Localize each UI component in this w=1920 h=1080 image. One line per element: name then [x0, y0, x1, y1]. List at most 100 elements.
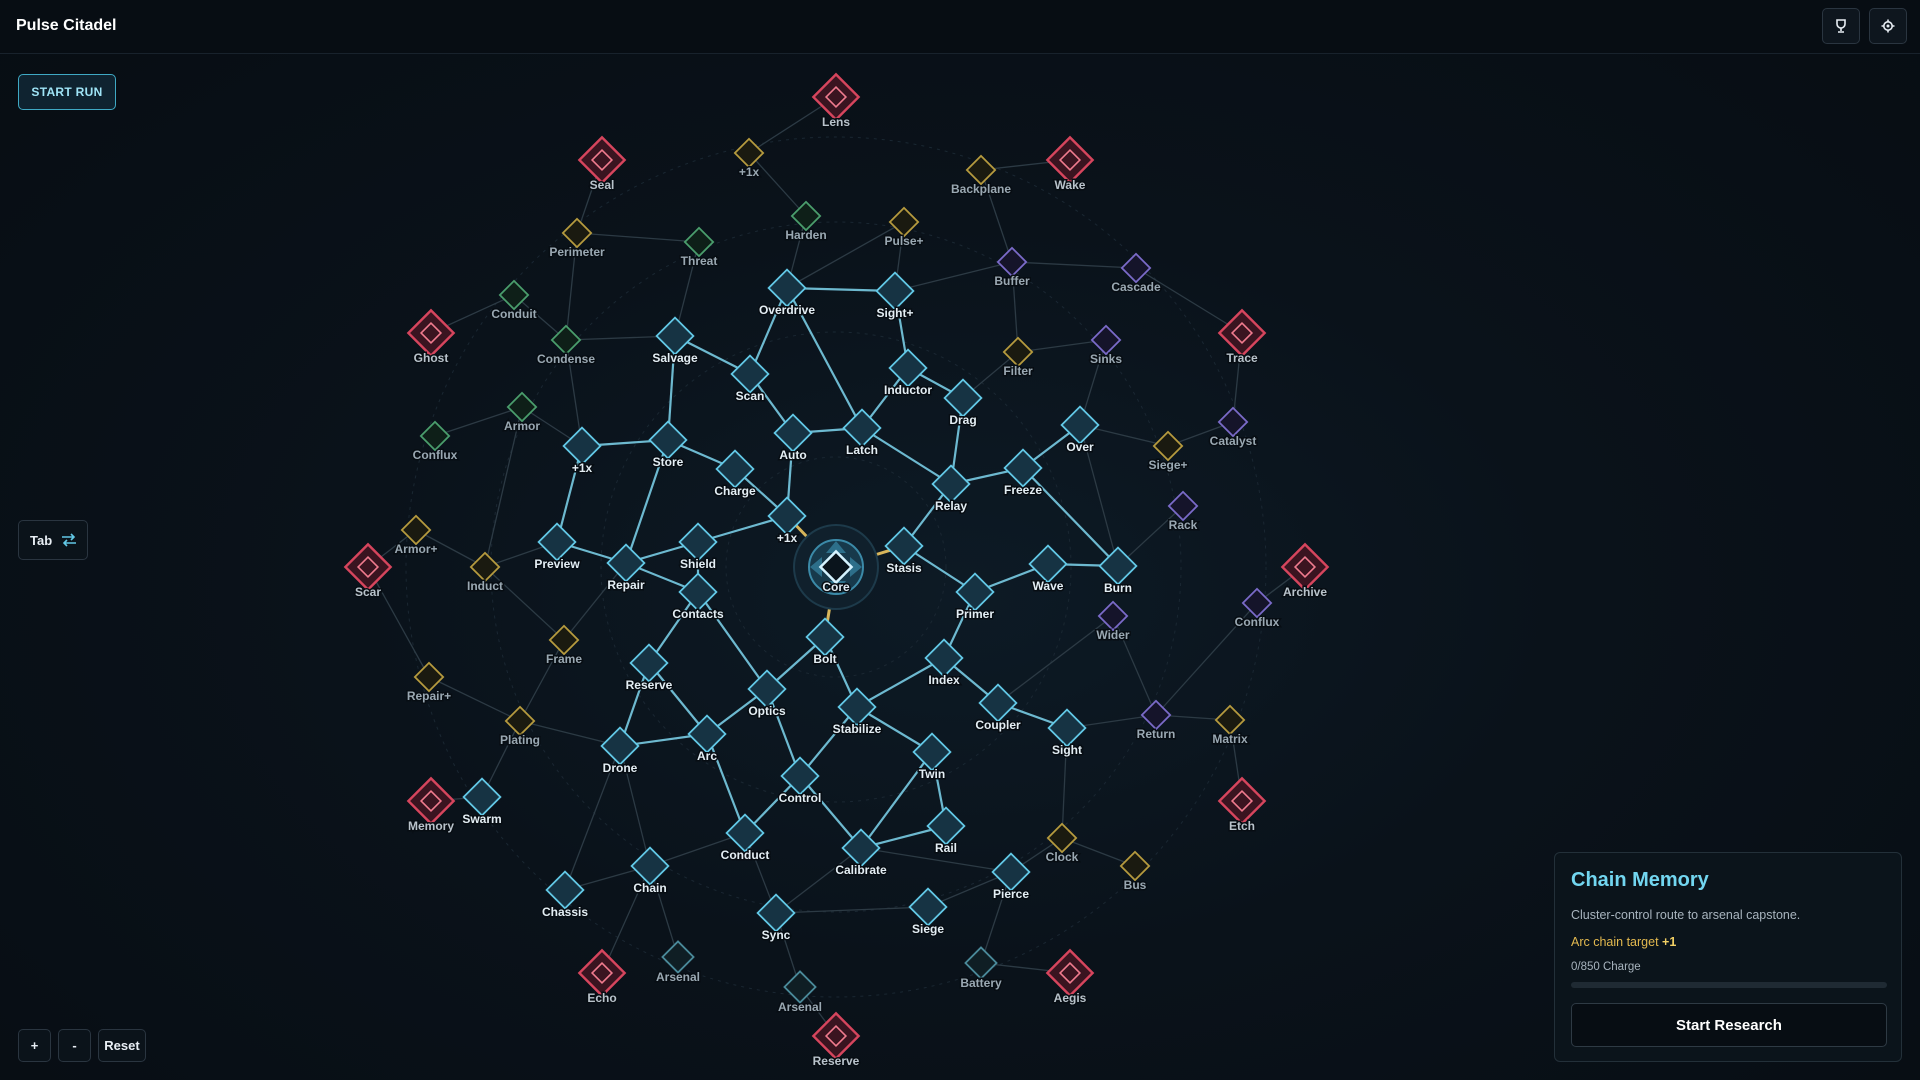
- node-label: Sight+: [876, 306, 913, 320]
- skill-node-swarm[interactable]: Swarm: [461, 777, 503, 828]
- skill-node-store[interactable]: Store: [648, 420, 688, 471]
- skill-node-charge[interactable]: Charge: [713, 449, 757, 500]
- skill-node-siegep[interactable]: Siege+: [1147, 430, 1189, 474]
- skill-node-arsenal_l[interactable]: Arsenal: [654, 940, 702, 986]
- node-diamond: [506, 391, 538, 423]
- skill-node-return[interactable]: Return: [1135, 699, 1177, 743]
- skill-node-p1x_l[interactable]: +1x: [562, 426, 602, 477]
- skill-node-wider[interactable]: Wider: [1095, 600, 1131, 644]
- skill-node-armor[interactable]: Armor: [502, 391, 542, 435]
- start-research-button[interactable]: Start Research: [1571, 1003, 1887, 1047]
- skill-node-aegis[interactable]: Aegis: [1045, 948, 1095, 1007]
- skill-node-index[interactable]: Index: [924, 638, 964, 689]
- node-diamond: [996, 246, 1028, 278]
- skill-node-calibrate[interactable]: Calibrate: [834, 828, 888, 879]
- skill-node-auto[interactable]: Auto: [773, 413, 813, 464]
- skill-node-clock[interactable]: Clock: [1044, 822, 1080, 866]
- skill-node-trace[interactable]: Trace: [1217, 308, 1267, 367]
- skill-node-reserve_cap[interactable]: Reserve: [811, 1011, 861, 1070]
- skill-node-ghost[interactable]: Ghost: [406, 308, 456, 367]
- skill-node-sight[interactable]: Sight: [1047, 708, 1087, 759]
- core-node[interactable]: Core: [793, 524, 879, 610]
- skill-node-repairp[interactable]: Repair+: [405, 661, 453, 705]
- skill-node-induct[interactable]: Induct: [466, 551, 505, 595]
- skill-node-conduit[interactable]: Conduit: [490, 279, 538, 323]
- skill-node-archive[interactable]: Archive: [1280, 542, 1330, 601]
- skill-node-threat[interactable]: Threat: [679, 226, 719, 270]
- skill-node-scar[interactable]: Scar: [343, 542, 393, 601]
- node-diamond: [931, 464, 971, 504]
- skill-node-contacts[interactable]: Contacts: [671, 572, 725, 623]
- node-label: Clock: [1046, 850, 1079, 864]
- skill-node-seal[interactable]: Seal: [577, 135, 627, 194]
- skill-node-wake[interactable]: Wake: [1045, 135, 1095, 194]
- tab-label: Tab: [30, 532, 53, 548]
- skill-node-perimeter[interactable]: Perimeter: [548, 217, 607, 261]
- start-run-button[interactable]: START RUN: [18, 74, 116, 110]
- skill-node-repair[interactable]: Repair: [606, 543, 646, 594]
- skill-node-over[interactable]: Over: [1060, 405, 1100, 456]
- skill-node-arc[interactable]: Arc: [687, 714, 727, 765]
- skill-node-stasis[interactable]: Stasis: [884, 526, 924, 577]
- node-diamond: [678, 572, 718, 612]
- skill-node-backplane[interactable]: Backplane: [949, 154, 1013, 198]
- skill-node-filter[interactable]: Filter: [1002, 336, 1034, 380]
- skill-node-frame[interactable]: Frame: [544, 624, 584, 668]
- skill-node-shield[interactable]: Shield: [678, 522, 718, 573]
- skill-node-buffer[interactable]: Buffer: [993, 246, 1031, 290]
- node-diamond: [400, 514, 432, 546]
- skill-node-rack[interactable]: Rack: [1167, 490, 1199, 534]
- skill-node-drone[interactable]: Drone: [600, 726, 640, 777]
- skill-node-twin[interactable]: Twin: [912, 732, 952, 783]
- skill-node-conflux_r[interactable]: Conflux: [1233, 587, 1281, 631]
- zoom-in-button[interactable]: +: [18, 1029, 51, 1062]
- skill-node-pierce[interactable]: Pierce: [991, 852, 1031, 903]
- skill-node-lens[interactable]: Lens: [811, 72, 861, 131]
- node-diamond: [606, 543, 646, 583]
- tab-toggle-button[interactable]: Tab: [18, 520, 88, 560]
- node-diamond: [767, 268, 807, 308]
- node-diamond: [1028, 544, 1068, 584]
- skill-node-memory[interactable]: Memory: [406, 776, 456, 835]
- skill-node-cascade[interactable]: Cascade: [1110, 252, 1163, 296]
- tree-link: [1011, 261, 1137, 269]
- skill-node-sinks[interactable]: Sinks: [1088, 324, 1124, 368]
- node-label: Index: [928, 673, 960, 687]
- skill-node-arsenal_b[interactable]: Arsenal: [776, 970, 824, 1016]
- skill-node-chain[interactable]: Chain: [630, 846, 670, 897]
- skill-node-chassis[interactable]: Chassis: [540, 870, 590, 921]
- skill-node-echo[interactable]: Echo: [577, 948, 627, 1007]
- skill-node-battery[interactable]: Battery: [959, 946, 1003, 992]
- skill-node-bus[interactable]: Bus: [1119, 850, 1151, 894]
- skill-node-sync[interactable]: Sync: [756, 893, 796, 944]
- skill-node-rail[interactable]: Rail: [926, 806, 966, 857]
- skill-node-latch[interactable]: Latch: [842, 408, 882, 459]
- skill-node-plating[interactable]: Plating: [498, 705, 542, 749]
- skill-node-inductor[interactable]: Inductor: [883, 348, 934, 399]
- skill-node-armorp[interactable]: Armor+: [393, 514, 439, 558]
- skill-node-stabilize[interactable]: Stabilize: [831, 687, 883, 738]
- skill-node-relay[interactable]: Relay: [931, 464, 971, 515]
- swap-icon: [62, 533, 77, 547]
- skill-node-scan[interactable]: Scan: [730, 354, 770, 405]
- skill-node-bolt[interactable]: Bolt: [805, 617, 845, 668]
- skill-node-primer[interactable]: Primer: [954, 572, 996, 623]
- skill-node-wave[interactable]: Wave: [1028, 544, 1068, 595]
- skill-node-salvage[interactable]: Salvage: [651, 316, 700, 367]
- node-label: Repair: [607, 578, 645, 592]
- skill-node-matrix[interactable]: Matrix: [1211, 704, 1249, 748]
- skill-node-control[interactable]: Control: [777, 756, 823, 807]
- skill-node-etch[interactable]: Etch: [1217, 776, 1267, 835]
- reset-view-button[interactable]: Reset: [98, 1029, 146, 1062]
- node-diamond: [1002, 336, 1034, 368]
- skill-node-pulse[interactable]: Pulse+: [883, 206, 925, 250]
- skill-node-p1x_top[interactable]: +1x: [733, 137, 765, 181]
- skill-node-sightp[interactable]: Sight+: [875, 271, 915, 322]
- zoom-out-button[interactable]: -: [58, 1029, 91, 1062]
- skill-node-conflux_l[interactable]: Conflux: [411, 420, 459, 464]
- skill-node-condense[interactable]: Condense: [535, 324, 597, 368]
- panel-bonus: Arc chain target +1: [1571, 935, 1676, 949]
- skill-node-siege[interactable]: Siege: [908, 887, 948, 938]
- node-diamond: [629, 643, 669, 683]
- skill-node-reserve[interactable]: Reserve: [624, 643, 674, 694]
